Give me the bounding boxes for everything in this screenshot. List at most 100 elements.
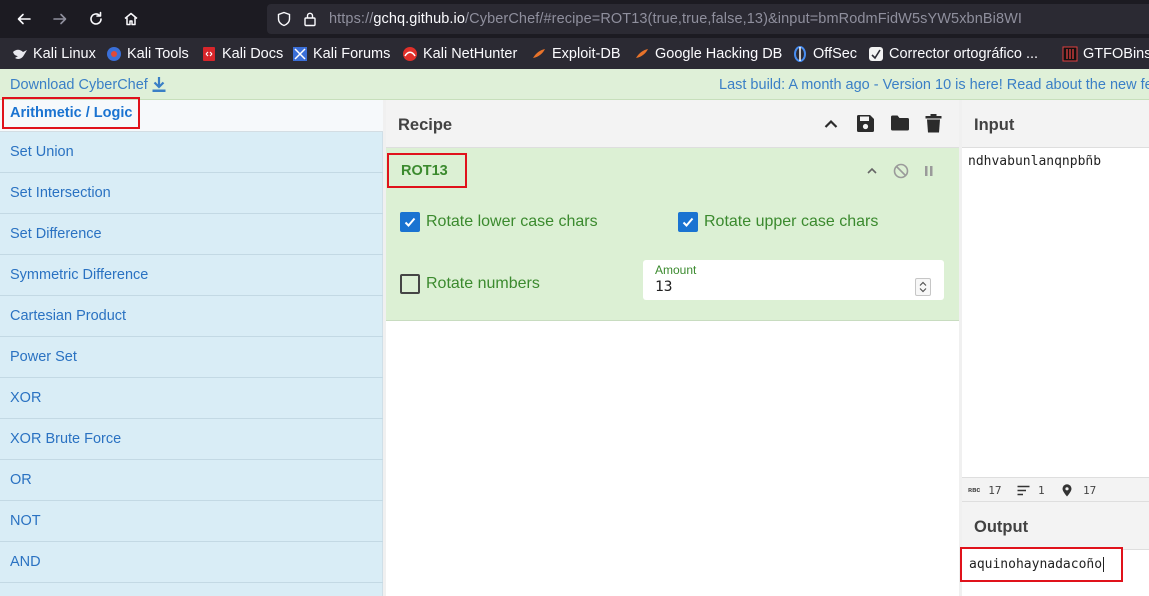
operation-item[interactable]: XOR Brute Force: [0, 419, 383, 460]
url-text[interactable]: https://gchq.github.io/CyberChef/#recipe…: [329, 11, 1022, 27]
map-pin-icon: [1062, 484, 1072, 497]
lines-icon: [1017, 485, 1030, 496]
recipe-title: Recipe: [398, 116, 453, 134]
cursor-position-value: 17: [1083, 484, 1097, 497]
save-recipe-icon[interactable]: [856, 114, 875, 138]
recipe-panel: Recipe ROT13 Rotate lower case chars Rot…: [386, 100, 959, 596]
bookmark-label: Corrector ortográfico ...: [889, 46, 1039, 62]
clear-recipe-trash-icon[interactable]: [925, 114, 942, 138]
back-arrow-icon[interactable]: [12, 7, 36, 31]
download-icon[interactable]: [151, 76, 167, 98]
bookmark-google-hacking-db[interactable]: Google Hacking DB: [634, 45, 782, 63]
load-recipe-folder-icon[interactable]: [890, 114, 910, 137]
abc-icon: ʀʙᴄ: [968, 487, 981, 494]
operation-item[interactable]: Cartesian Product: [0, 296, 383, 337]
output-text: aquinohaynadacoño: [969, 557, 1103, 572]
bookmark-label: Kali Linux: [33, 46, 96, 62]
char-count-value: 17: [988, 484, 1002, 497]
forward-arrow-icon[interactable]: [48, 7, 72, 31]
kali-docs-icon: [201, 46, 217, 62]
bookmark-kali-linux[interactable]: Kali Linux: [12, 45, 96, 63]
banner: Download CyberChef Last build: A month a…: [0, 69, 1149, 100]
recipe-header: Recipe: [386, 100, 959, 148]
operation-name[interactable]: ROT13: [387, 153, 467, 188]
bookmark-exploit-db[interactable]: Exploit-DB: [531, 45, 621, 63]
operation-item[interactable]: AND: [0, 542, 383, 583]
kali-dragon-icon: [12, 46, 28, 62]
input-status-bar: ʀʙᴄ 17 1 17: [962, 477, 1149, 502]
build-notice-link[interactable]: Last build: A month ago - Version 10 is …: [719, 77, 1149, 93]
exploit-db-icon: [531, 46, 547, 62]
output-textarea[interactable]: aquinohaynadacoño: [960, 547, 1123, 582]
amount-label: Amount: [655, 263, 697, 277]
browser-toolbar: https://gchq.github.io/CyberChef/#recipe…: [0, 0, 1149, 38]
collapse-chevron-icon[interactable]: [866, 162, 878, 185]
rotate-numbers-checkbox[interactable]: [400, 274, 420, 294]
input-title: Input: [974, 116, 1015, 134]
ghdb-icon: [634, 46, 650, 62]
rotate-lower-checkbox[interactable]: [400, 212, 420, 232]
line-count-value: 1: [1038, 484, 1045, 497]
bookmark-label: Exploit-DB: [552, 46, 621, 62]
operation-item[interactable]: OR: [0, 460, 383, 501]
operation-item[interactable]: Set Union: [0, 132, 383, 173]
rotate-upper-checkbox[interactable]: [678, 212, 698, 232]
rotate-upper-option[interactable]: Rotate upper case chars: [678, 212, 878, 232]
output-title: Output: [974, 518, 1029, 536]
reload-icon[interactable]: [84, 7, 108, 31]
io-panel: Input ndhvabunlanqnpbñb ʀʙᴄ 17 1 17 Outp…: [960, 100, 1149, 596]
amount-field[interactable]: Amount 13: [643, 260, 944, 300]
operation-item[interactable]: XOR: [0, 378, 383, 419]
bookmark-kali-tools[interactable]: Kali Tools: [106, 45, 189, 63]
bookmark-kali-docs[interactable]: Kali Docs: [201, 45, 283, 63]
url-path: /CyberChef/#recipe=ROT13(true,true,false…: [465, 11, 1023, 27]
line-count: 1: [1017, 484, 1045, 497]
bookmark-label: Google Hacking DB: [655, 46, 783, 62]
amount-value[interactable]: 13: [655, 279, 672, 295]
rotate-lower-option[interactable]: Rotate lower case chars: [400, 212, 598, 232]
output-header: Output: [962, 502, 1149, 550]
download-cyberchef-link[interactable]: Download CyberChef: [10, 77, 148, 93]
operations-panel: Arithmetic / Logic Set Union Set Interse…: [0, 97, 383, 596]
rotate-upper-label: Rotate upper case chars: [704, 213, 879, 230]
rotate-lower-label: Rotate lower case chars: [426, 213, 598, 230]
bookmark-label: Kali Tools: [127, 46, 189, 62]
kali-tools-icon: [106, 46, 122, 62]
kali-forums-icon: [292, 46, 308, 62]
cursor-position: 17: [1062, 484, 1096, 497]
operation-item[interactable]: Set Intersection: [0, 173, 383, 214]
input-textarea[interactable]: ndhvabunlanqnpbñb: [968, 154, 1101, 169]
amount-stepper[interactable]: [915, 278, 931, 296]
operation-item[interactable]: Power Set: [0, 337, 383, 378]
bookmark-label: Kali NetHunter: [423, 46, 518, 62]
nethunter-icon: [402, 46, 418, 62]
bookmarks-bar: Kali Linux Kali Tools Kali Docs Kali For…: [0, 38, 1149, 69]
offsec-icon: [792, 46, 808, 62]
bookmark-offsec[interactable]: OffSec: [792, 45, 857, 63]
bookmark-corrector[interactable]: Corrector ortográfico ...: [868, 45, 1038, 63]
char-count: ʀʙᴄ 17: [968, 484, 1002, 497]
home-icon[interactable]: [119, 7, 143, 31]
pause-breakpoint-icon[interactable]: [923, 162, 935, 185]
category-header[interactable]: Arithmetic / Logic: [0, 97, 383, 132]
collapse-all-icon[interactable]: [823, 114, 839, 139]
url-prefix: https://: [329, 11, 374, 27]
tracking-shield-icon[interactable]: [276, 11, 292, 32]
rotate-numbers-option[interactable]: Rotate numbers: [400, 274, 540, 294]
gtfobins-icon: [1062, 46, 1078, 62]
bookmark-label: GTFOBins: [1083, 46, 1149, 62]
lock-icon[interactable]: [303, 11, 317, 32]
rotate-numbers-label: Rotate numbers: [426, 275, 540, 292]
address-bar[interactable]: https://gchq.github.io/CyberChef/#recipe…: [267, 4, 1149, 34]
disable-operation-icon[interactable]: [893, 162, 909, 185]
rot13-operation-card[interactable]: ROT13 Rotate lower case chars Rotate upp…: [386, 148, 959, 321]
operation-item[interactable]: Set Difference: [0, 214, 383, 255]
bookmark-kali-forums[interactable]: Kali Forums: [292, 45, 390, 63]
category-title[interactable]: Arithmetic / Logic: [2, 97, 141, 129]
bookmark-gtfobins[interactable]: GTFOBins: [1062, 45, 1149, 63]
bookmark-label: Kali Forums: [313, 46, 391, 62]
operation-item[interactable]: Symmetric Difference: [0, 255, 383, 296]
operation-item[interactable]: NOT: [0, 501, 383, 542]
bookmark-label: Kali Docs: [222, 46, 284, 62]
bookmark-kali-nethunter[interactable]: Kali NetHunter: [402, 45, 517, 63]
